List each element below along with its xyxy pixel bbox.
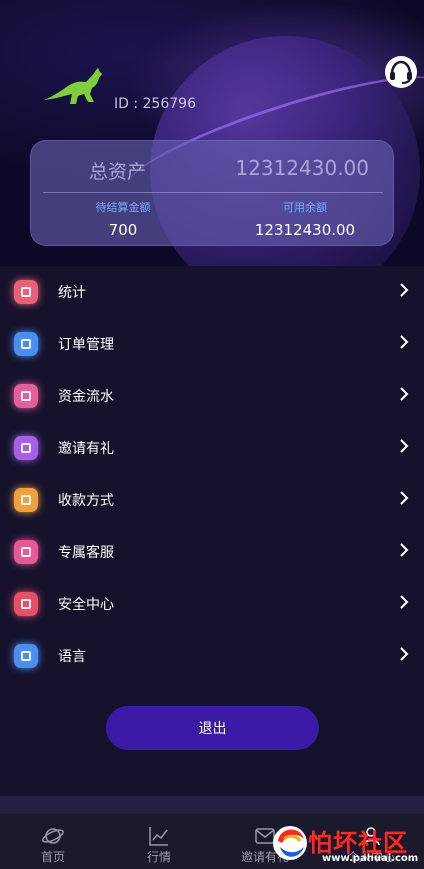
chevron-right-icon: [400, 335, 409, 349]
watermark-url: www.pahuai.com: [322, 853, 419, 864]
card-divider: [43, 192, 383, 193]
logout-button[interactable]: 退出: [106, 706, 319, 750]
chevron-right-icon: [400, 595, 409, 609]
menu-item-security-center[interactable]: 安全中心: [0, 578, 424, 630]
pending-amount: 待结算金额 700: [43, 199, 203, 239]
language-icon: [14, 644, 38, 668]
site-watermark: 怕坏社区 www.pahuai.com: [262, 817, 424, 869]
payment-icon: [14, 488, 38, 512]
tab-label: 首页: [40, 850, 65, 864]
chevron-right-icon: [400, 647, 409, 661]
menu-item-statistics[interactable]: 统计: [0, 266, 424, 318]
available-balance: 可用余额 12312430.00: [225, 199, 385, 239]
service-icon: [14, 540, 38, 564]
watermark-logo-icon: [273, 826, 307, 860]
menu-item-language[interactable]: 语言: [0, 630, 424, 682]
menu-item-label: 统计: [58, 285, 86, 301]
asset-card: 总资产 12312430.00 待结算金额 700 可用余额 12312430.…: [30, 140, 394, 246]
chevron-right-icon: [400, 491, 409, 505]
menu-item-invite[interactable]: 邀请有礼: [0, 422, 424, 474]
funds-icon: [14, 384, 38, 408]
chevron-right-icon: [400, 439, 409, 453]
chevron-right-icon: [400, 283, 409, 297]
menu-item-customer-service[interactable]: 专属客服: [0, 526, 424, 578]
headset-icon[interactable]: [384, 55, 418, 89]
shield-icon: [14, 592, 38, 616]
menu-item-label: 安全中心: [58, 597, 114, 613]
footer-strip: [0, 796, 424, 814]
invite-icon: [14, 436, 38, 460]
available-balance-label: 可用余额: [283, 201, 327, 214]
menu-item-label: 资金流水: [58, 389, 114, 405]
total-assets-value: 12312430.00: [235, 156, 369, 180]
menu-item-label: 收款方式: [58, 493, 114, 509]
kangaroo-logo: [44, 68, 102, 104]
market-chart-icon: [149, 827, 168, 846]
chart-icon: [14, 280, 38, 304]
chevron-right-icon: [400, 543, 409, 557]
pending-amount-value: 700: [108, 221, 138, 239]
tab-home[interactable]: 首页: [0, 814, 106, 869]
menu-item-label: 专属客服: [58, 545, 114, 561]
total-assets-label: 总资产: [89, 161, 147, 183]
menu-item-orders[interactable]: 订单管理: [0, 318, 424, 370]
available-balance-value: 12312430.00: [254, 221, 356, 239]
menu-item-label: 语言: [58, 649, 86, 665]
chevron-right-icon: [400, 387, 409, 401]
menu-item-label: 邀请有礼: [58, 441, 114, 457]
user-id: ID : 256796: [114, 96, 196, 112]
menu-item-label: 订单管理: [58, 337, 114, 353]
menu-item-funds-flow[interactable]: 资金流水: [0, 370, 424, 422]
tab-market[interactable]: 行情: [106, 814, 212, 869]
profile-header: ID : 256796 总资产 12312430.00 待结算金额 700 可用…: [0, 0, 424, 266]
tab-label: 行情: [146, 850, 171, 864]
pending-amount-label: 待结算金额: [95, 201, 151, 214]
order-icon: [14, 332, 38, 356]
planet-icon: [42, 828, 64, 844]
menu-item-payment-methods[interactable]: 收款方式: [0, 474, 424, 526]
